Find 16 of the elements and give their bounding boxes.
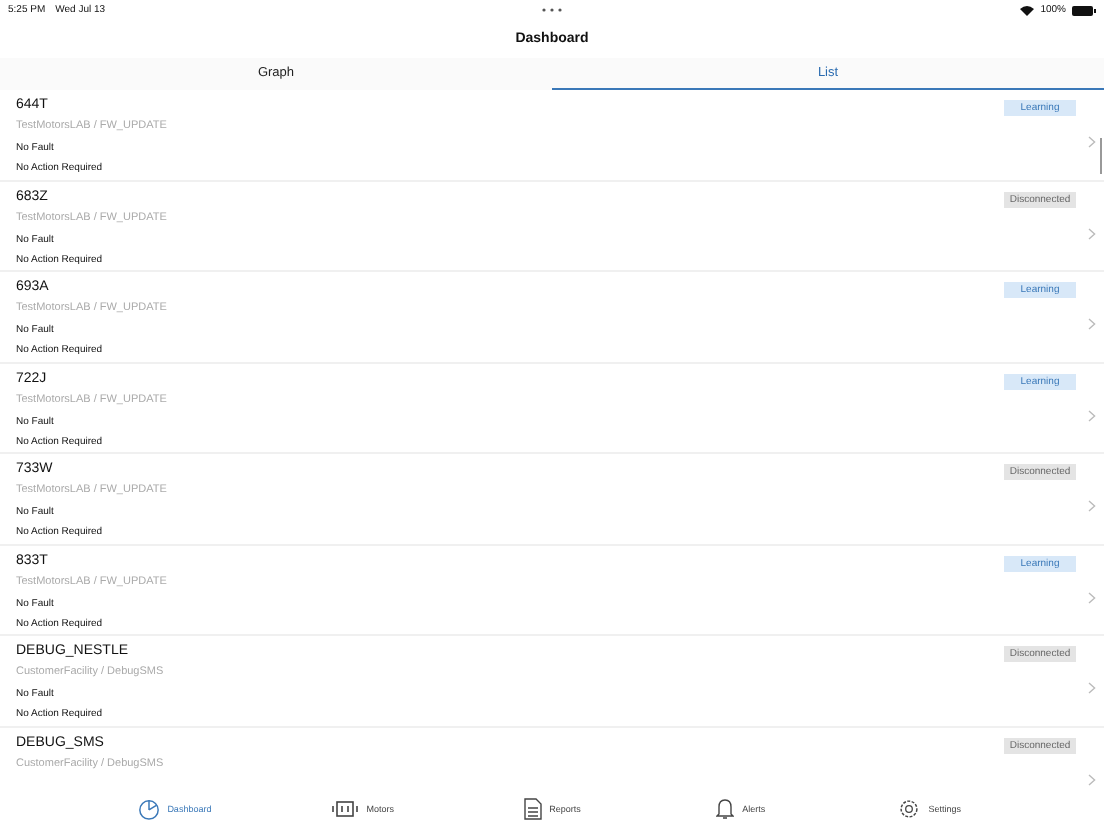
- battery-icon: [1072, 5, 1096, 15]
- chevron-icon: [1088, 591, 1096, 603]
- chevron-icon: [1088, 227, 1096, 239]
- settings-icon: [898, 797, 921, 819]
- motor-icon: [332, 799, 359, 817]
- wifi-icon: [1020, 5, 1035, 15]
- chevron-icon: [1088, 500, 1096, 512]
- chevron-icon: [1088, 773, 1096, 785]
- chevron-icon: [1088, 682, 1096, 694]
- document-icon: [523, 797, 542, 819]
- chevron-icon: [1088, 136, 1096, 148]
- scroll-indicator: [1100, 138, 1102, 174]
- chevron-icon: [1088, 409, 1096, 421]
- pie-chart-icon: [137, 797, 160, 819]
- chevron-icon: [1088, 318, 1096, 330]
- bell-icon: [716, 797, 735, 819]
